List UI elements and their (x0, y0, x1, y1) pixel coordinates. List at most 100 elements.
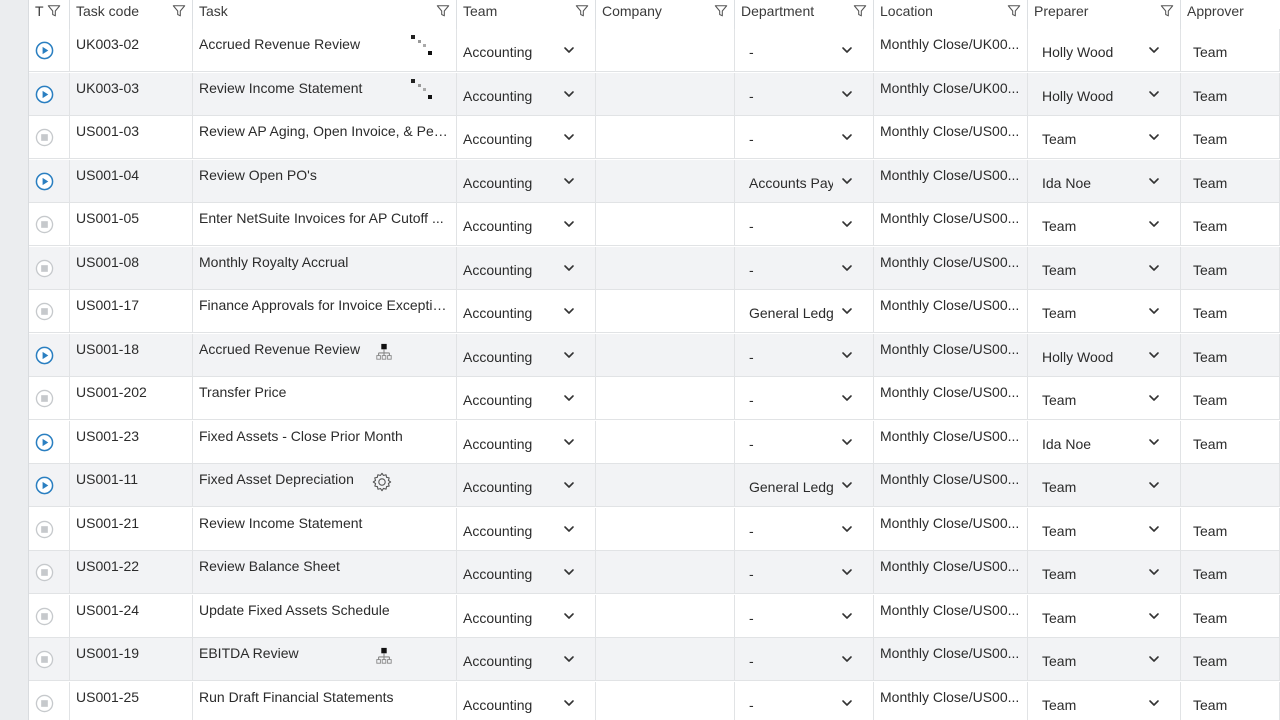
cell-team[interactable]: Accounting (457, 29, 596, 71)
cell-department[interactable]: - (735, 334, 874, 376)
cell-code[interactable]: UK003-02 (70, 29, 193, 71)
stop-status-icon[interactable] (35, 607, 54, 626)
cell-company[interactable] (596, 508, 735, 550)
cell-code[interactable]: US001-04 (70, 160, 193, 202)
cell-code[interactable]: US001-03 (70, 116, 193, 158)
table-row[interactable]: US001-05 Enter NetSuite Invoices for AP C… (29, 203, 1280, 246)
table-row[interactable]: US001-18 Accrued Revenue Review Accounting… (29, 334, 1280, 377)
cell-department[interactable]: - (735, 638, 874, 680)
chevron-down-icon[interactable] (563, 523, 575, 535)
column-header-location[interactable]: Location (874, 0, 1028, 29)
chevron-down-icon[interactable] (1148, 610, 1160, 622)
cell-department[interactable]: General Ledg (735, 464, 874, 506)
cell-task[interactable]: Finance Approvals for Invoice Exceptio..… (193, 290, 457, 332)
stop-status-icon[interactable] (35, 650, 54, 669)
cell-company[interactable] (596, 290, 735, 332)
chevron-down-icon[interactable] (841, 262, 853, 274)
chevron-down-icon[interactable] (563, 305, 575, 317)
cell-task[interactable]: Accrued Revenue Review (193, 334, 457, 376)
cell-preparer[interactable]: Team (1028, 203, 1181, 245)
table-row[interactable]: US001-21 Review Income Statement Accountin… (29, 508, 1280, 551)
cell-team[interactable]: Accounting (457, 203, 596, 245)
cell-preparer[interactable]: Ida Noe (1028, 160, 1181, 202)
cell-team[interactable]: Accounting (457, 551, 596, 593)
cell-location[interactable]: Monthly Close/US00... (874, 290, 1028, 332)
cell-status[interactable] (29, 595, 70, 637)
column-header-task[interactable]: Task (193, 0, 457, 29)
cell-company[interactable] (596, 247, 735, 289)
chevron-down-icon[interactable] (1148, 44, 1160, 56)
cell-company[interactable] (596, 421, 735, 463)
chevron-down-icon[interactable] (563, 44, 575, 56)
cell-status[interactable] (29, 29, 70, 71)
cell-status[interactable] (29, 421, 70, 463)
cell-team[interactable]: Accounting (457, 377, 596, 419)
cell-approver[interactable]: Team (1181, 203, 1280, 245)
cell-status[interactable] (29, 508, 70, 550)
cell-location[interactable]: Monthly Close/US00... (874, 377, 1028, 419)
cell-task[interactable]: Review Income Statement (193, 73, 457, 115)
cell-preparer[interactable]: Team (1028, 638, 1181, 680)
cell-preparer[interactable]: Team (1028, 508, 1181, 550)
chevron-down-icon[interactable] (563, 479, 575, 491)
gear-icon[interactable] (371, 471, 393, 493)
cell-preparer[interactable]: Team (1028, 247, 1181, 289)
cell-task[interactable]: Transfer Price (193, 377, 457, 419)
stop-status-icon[interactable] (35, 389, 54, 408)
cell-preparer[interactable]: Holly Wood (1028, 29, 1181, 71)
cell-code[interactable]: UK003-03 (70, 73, 193, 115)
cell-team[interactable]: Accounting (457, 464, 596, 506)
cell-department[interactable]: - (735, 682, 874, 720)
play-status-icon[interactable] (35, 85, 54, 104)
chevron-down-icon[interactable] (563, 262, 575, 274)
chevron-down-icon[interactable] (1148, 218, 1160, 230)
cell-task[interactable]: Review Open PO's (193, 160, 457, 202)
cell-team[interactable]: Accounting (457, 334, 596, 376)
filter-icon[interactable] (47, 4, 61, 18)
chevron-down-icon[interactable] (841, 349, 853, 361)
filter-icon[interactable] (1007, 4, 1021, 18)
stop-status-icon[interactable] (35, 520, 54, 539)
stop-status-icon[interactable] (35, 694, 54, 713)
cell-status[interactable] (29, 638, 70, 680)
play-status-icon[interactable] (35, 346, 54, 365)
cell-status[interactable] (29, 464, 70, 506)
cell-department[interactable]: - (735, 508, 874, 550)
cell-company[interactable] (596, 116, 735, 158)
cell-company[interactable] (596, 203, 735, 245)
cell-code[interactable]: US001-202 (70, 377, 193, 419)
cell-location[interactable]: Monthly Close/US00... (874, 551, 1028, 593)
cell-task[interactable]: Run Draft Financial Statements (193, 682, 457, 720)
cell-approver[interactable]: Team (1181, 116, 1280, 158)
cell-company[interactable] (596, 682, 735, 720)
cell-team[interactable]: Accounting (457, 116, 596, 158)
cell-location[interactable]: Monthly Close/US00... (874, 247, 1028, 289)
cell-location[interactable]: Monthly Close/US00... (874, 334, 1028, 376)
cell-code[interactable]: US001-11 (70, 464, 193, 506)
chevron-down-icon[interactable] (841, 44, 853, 56)
cell-status[interactable] (29, 73, 70, 115)
cell-team[interactable]: Accounting (457, 247, 596, 289)
cell-location[interactable]: Monthly Close/US00... (874, 464, 1028, 506)
table-row[interactable]: US001-24 Update Fixed Assets Schedule Acco… (29, 595, 1280, 638)
chevron-down-icon[interactable] (841, 175, 853, 187)
table-row[interactable]: US001-17 Finance Approvals for Invoice Ex… (29, 290, 1280, 333)
cell-code[interactable]: US001-25 (70, 682, 193, 720)
cell-preparer[interactable]: Holly Wood (1028, 73, 1181, 115)
chevron-down-icon[interactable] (563, 566, 575, 578)
cell-approver[interactable]: Team (1181, 638, 1280, 680)
cell-code[interactable]: US001-08 (70, 247, 193, 289)
cell-team[interactable]: Accounting (457, 595, 596, 637)
cell-company[interactable] (596, 29, 735, 71)
cell-code[interactable]: US001-21 (70, 508, 193, 550)
cell-department[interactable]: General Ledg (735, 290, 874, 332)
filter-icon[interactable] (853, 4, 867, 18)
cell-code[interactable]: US001-05 (70, 203, 193, 245)
cell-location[interactable]: Monthly Close/UK00... (874, 73, 1028, 115)
cell-status[interactable] (29, 116, 70, 158)
chevron-down-icon[interactable] (563, 88, 575, 100)
cell-department[interactable]: - (735, 595, 874, 637)
cell-department[interactable]: Accounts Pay (735, 160, 874, 202)
cell-company[interactable] (596, 334, 735, 376)
column-header-company[interactable]: Company (596, 0, 735, 29)
